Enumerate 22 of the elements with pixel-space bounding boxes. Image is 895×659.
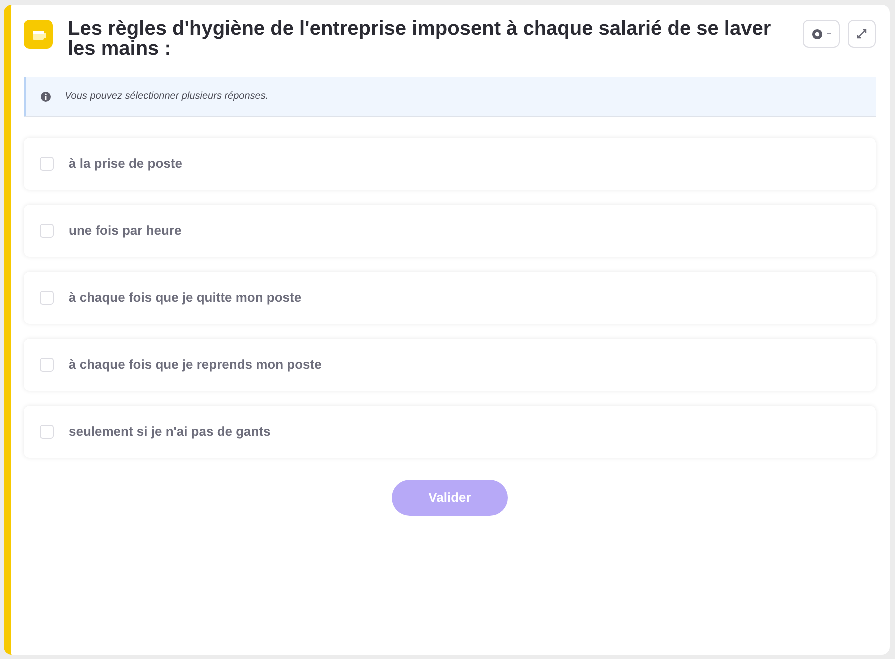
option-label: à la prise de poste	[69, 155, 182, 174]
hint-text: Vous pouvez sélectionner plusieurs réponses.	[65, 90, 269, 104]
question-title: Les règles d'hygiène de l'entreprise imposent à chaque salarié de se laver les mains :	[68, 19, 772, 59]
checkbox[interactable]	[40, 291, 54, 305]
answer-option[interactable]: à chaque fois que je reprends mon poste	[24, 339, 876, 391]
option-label: à chaque fois que je quitte mon poste	[69, 289, 302, 308]
answer-option[interactable]: une fois par heure	[24, 205, 876, 257]
option-label: une fois par heure	[69, 222, 182, 240]
caret-icon	[827, 33, 831, 35]
option-label: à chaque fois que je reprends mon poste	[69, 356, 322, 374]
answer-option[interactable]: à la prise de poste	[24, 138, 876, 190]
checkbox[interactable]	[40, 224, 54, 238]
answer-option[interactable]: à chaque fois que je quitte mon poste	[24, 272, 876, 324]
expand-icon	[857, 29, 867, 39]
checkbox[interactable]	[40, 358, 54, 372]
answer-option[interactable]: seulement si je n'ai pas de gants	[24, 406, 876, 458]
checkbox[interactable]	[40, 425, 54, 439]
option-label: seulement si je n'ai pas de gants	[69, 423, 271, 442]
expand-button[interactable]	[848, 20, 876, 48]
settings-dropdown-button[interactable]	[803, 20, 840, 48]
checkbox[interactable]	[40, 157, 54, 171]
info-icon	[41, 92, 51, 102]
